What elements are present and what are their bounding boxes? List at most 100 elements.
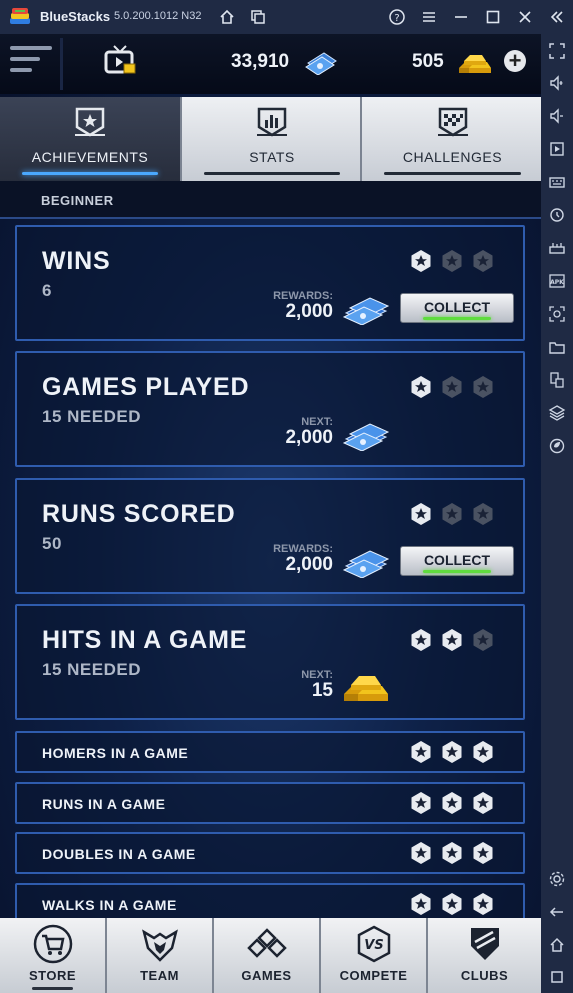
star-earned-icon — [473, 792, 493, 814]
collect-button[interactable]: COLLECT — [400, 293, 514, 323]
gold-bars-icon — [344, 676, 388, 701]
team-eagle-icon — [141, 929, 178, 962]
cash-stack-icon — [342, 297, 390, 325]
star-empty-icon — [473, 629, 493, 651]
star-earned-icon — [473, 893, 493, 915]
star-earned-icon — [411, 792, 431, 814]
eco-mode-icon[interactable] — [548, 437, 566, 455]
svg-text:VS: VS — [364, 938, 383, 953]
add-gold-button[interactable]: + — [504, 50, 526, 72]
star-earned-icon — [411, 893, 431, 915]
cart-icon — [33, 924, 72, 964]
nav-clubs-label: CLUBS — [460, 968, 509, 983]
tab-inactive-indicator — [204, 172, 340, 175]
achievement-row-runs: RUNS IN A GAME — [15, 782, 525, 824]
app-name: BlueStacks — [40, 9, 111, 24]
achievement-card-runs-scored: RUNS SCORED 50 REWARDS: 2,000 COLLECT — [15, 478, 525, 594]
tab-challenges-label: CHALLENGES — [402, 149, 503, 165]
diamonds-icon — [246, 928, 287, 958]
recent-apps-icon[interactable] — [548, 968, 566, 986]
cash-icon — [305, 52, 337, 75]
close-icon[interactable] — [516, 8, 534, 26]
cash-stack-icon — [342, 423, 390, 451]
controls-icon[interactable] — [548, 239, 566, 257]
collapse-sidebar-icon[interactable] — [548, 8, 566, 26]
tab-achievements[interactable]: ACHIEVEMENTS — [0, 97, 180, 181]
multi-instance-icon[interactable] — [249, 8, 267, 26]
star-earned-icon — [442, 629, 462, 651]
volume-down-icon[interactable] — [548, 107, 566, 125]
nav-store[interactable]: STORE — [0, 918, 107, 993]
cash-balance: 33,910 — [231, 51, 290, 72]
cast-icon[interactable] — [548, 140, 566, 158]
tab-bar: ACHIEVEMENTS STATS CHALLENGES — [0, 97, 541, 181]
star-earned-icon — [442, 893, 462, 915]
nav-games[interactable]: GAMES — [214, 918, 321, 993]
bluestacks-logo-icon — [10, 8, 30, 24]
bluestacks-sidebar: APK — [541, 34, 573, 993]
gold-bars-icon — [459, 55, 491, 73]
multi-instance-manager-icon[interactable] — [548, 371, 566, 389]
achievement-title: HITS IN A GAME — [42, 626, 248, 654]
tab-inactive-indicator — [384, 172, 521, 175]
section-header-label: BEGINNER — [41, 193, 114, 208]
home-plate-icon — [470, 928, 499, 960]
achievement-title: RUNS SCORED — [42, 500, 236, 528]
tab-challenges[interactable]: CHALLENGES — [360, 97, 541, 181]
cash-stack-icon — [342, 550, 390, 578]
achievement-card-wins: WINS 6 REWARDS: 2,000 COLLECT — [15, 225, 525, 341]
folder-icon[interactable] — [548, 338, 566, 356]
collect-button-label: COLLECT — [423, 552, 491, 568]
star-empty-icon — [473, 503, 493, 525]
star-empty-icon — [473, 376, 493, 398]
video-reward-tv-icon[interactable] — [104, 44, 136, 78]
star-earned-icon — [442, 741, 462, 763]
nav-compete[interactable]: VS COMPETE — [321, 918, 428, 993]
achievement-row-doubles: DOUBLES IN A GAME — [15, 832, 525, 874]
settings-icon[interactable] — [548, 870, 566, 888]
achievement-badge-icon — [75, 107, 105, 137]
achievement-stars — [402, 375, 495, 399]
svg-text:?: ? — [394, 13, 399, 24]
star-earned-icon — [411, 842, 431, 864]
stats-icon — [257, 107, 287, 137]
star-earned-icon — [411, 629, 431, 651]
achievement-title: DOUBLES IN A GAME — [42, 846, 196, 862]
tab-achievements-label: ACHIEVEMENTS — [31, 149, 149, 165]
achievement-stars — [402, 892, 495, 916]
star-earned-icon — [411, 376, 431, 398]
reward-value: 2,000 — [285, 301, 333, 322]
game-viewport: 33,910 505 + ACHIEVEMENTS STATS CHALLENG… — [0, 34, 541, 993]
menu-icon[interactable] — [420, 8, 438, 26]
achievement-row-homers: HOMERS IN A GAME — [15, 731, 525, 773]
achievement-stars — [402, 249, 495, 273]
section-header: BEGINNER — [0, 181, 541, 219]
star-empty-icon — [473, 250, 493, 272]
star-empty-icon — [442, 503, 462, 525]
nav-store-label: STORE — [28, 968, 77, 983]
home-icon[interactable] — [218, 8, 236, 26]
collect-glow — [423, 570, 491, 573]
hamburger-menu-icon[interactable] — [10, 46, 52, 82]
fullscreen-icon[interactable] — [548, 42, 566, 60]
layers-icon[interactable] — [548, 404, 566, 422]
back-icon[interactable] — [548, 903, 566, 921]
collect-button[interactable]: COLLECT — [400, 546, 514, 576]
screenshot-icon[interactable] — [548, 305, 566, 323]
tab-stats[interactable]: STATS — [180, 97, 362, 181]
star-earned-icon — [442, 842, 462, 864]
android-home-icon[interactable] — [548, 936, 566, 954]
apk-install-icon[interactable]: APK — [548, 272, 566, 290]
keyboard-icon[interactable] — [548, 173, 566, 191]
gamepad-icon[interactable] — [548, 206, 566, 224]
star-earned-icon — [411, 741, 431, 763]
achievement-stars — [402, 740, 495, 764]
nav-clubs[interactable]: CLUBS — [428, 918, 541, 993]
nav-games-label: GAMES — [241, 968, 292, 983]
volume-up-icon[interactable] — [548, 74, 566, 92]
maximize-icon[interactable] — [484, 8, 502, 26]
minimize-icon[interactable] — [452, 8, 470, 26]
help-icon[interactable]: ? — [388, 8, 406, 26]
tab-stats-label: STATS — [249, 149, 295, 165]
nav-team[interactable]: TEAM — [107, 918, 214, 993]
